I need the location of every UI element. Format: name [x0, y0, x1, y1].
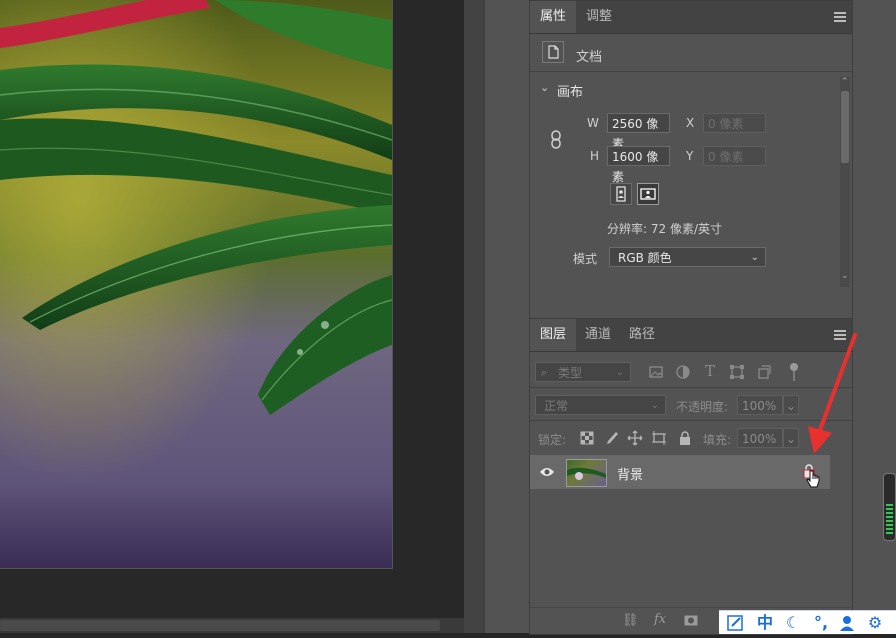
lock-transparent-pixels-icon[interactable]	[579, 430, 595, 446]
smart-object-filter-icon[interactable]	[756, 364, 772, 380]
opacity-field[interactable]: 100%	[737, 395, 783, 415]
layer-name[interactable]: 背景	[617, 464, 643, 483]
color-mode-value: RGB 颜色	[618, 251, 672, 265]
tab-adjustments[interactable]: 调整	[576, 1, 622, 33]
landscape-orientation-button[interactable]	[637, 183, 659, 205]
width-field[interactable]: 2560 像素	[607, 113, 670, 151]
resolution-text: 分辨率: 72 像素/英寸	[607, 222, 722, 236]
opacity-dropdown[interactable]: ⌄	[783, 395, 799, 415]
add-mask-icon[interactable]	[684, 615, 698, 626]
chevron-down-icon: ⌄	[615, 367, 624, 378]
filter-toggle-icon[interactable]	[790, 363, 798, 371]
eye-icon[interactable]	[539, 465, 555, 479]
tab-properties[interactable]: 属性	[530, 1, 577, 33]
properties-scrollbar[interactable]: ⌃ ⌄	[840, 77, 850, 287]
layer-filter-kind[interactable]: ⌕ 类型 ⌄	[535, 362, 631, 382]
lock-image-pixels-icon[interactable]	[603, 430, 619, 446]
opacity-label: 不透明度:	[676, 400, 729, 414]
collapsed-panel-strip	[484, 0, 530, 633]
annotation-arrow-icon	[808, 333, 857, 454]
fill-field[interactable]: 100%	[737, 428, 783, 448]
color-mode-select[interactable]: RGB 颜色 ⌄	[609, 247, 766, 267]
properties-tabbar: 属性 调整	[530, 1, 852, 34]
y-label: Y	[686, 149, 694, 163]
moon-icon[interactable]: ☾	[783, 613, 803, 633]
lock-position-icon[interactable]	[627, 430, 643, 446]
panel-menu-icon[interactable]	[834, 12, 846, 22]
ime-pen-icon[interactable]	[725, 613, 745, 633]
x-field[interactable]: 0 像素	[703, 113, 766, 133]
tab-paths[interactable]: 路径	[619, 319, 665, 351]
lock-artboard-icon[interactable]	[651, 430, 667, 446]
type-filter-icon[interactable]: T	[702, 363, 718, 379]
link-layers-icon[interactable]: ⛓	[622, 613, 639, 628]
width-label: W	[587, 116, 599, 130]
scroll-down-icon[interactable]: ⌄	[841, 271, 849, 281]
layer-thumbnail	[566, 459, 607, 487]
adjustment-filter-icon[interactable]	[675, 364, 691, 380]
ime-toolbar: 中 ☾ °, ⚙	[719, 610, 896, 634]
filter-kind-value: 类型	[558, 366, 583, 380]
height-field[interactable]: 1600 像素	[607, 146, 670, 184]
shape-filter-icon[interactable]	[729, 364, 745, 380]
properties-panel: 属性 调整 文档 ⌄ 画布 W 2560 像素 X 0 像素 H 1600 像素…	[529, 0, 853, 320]
punctuation-icon[interactable]: °,	[811, 613, 831, 633]
fill-label: 填充:	[703, 433, 732, 447]
canvas-image[interactable]	[0, 0, 393, 569]
chevron-down-icon: ⌄	[650, 400, 659, 411]
layer-style-icon[interactable]: fx	[654, 612, 666, 627]
chevron-down-icon[interactable]: ⌄	[540, 81, 549, 94]
lock-label: 锁定:	[538, 433, 567, 447]
panel-dock-gutter	[464, 0, 484, 633]
layer-row-background[interactable]: 背景	[530, 455, 830, 489]
mode-label: 模式	[573, 252, 598, 266]
ime-language-toggle[interactable]: 中	[755, 613, 775, 633]
mouse-cursor-icon	[806, 469, 820, 489]
blend-mode-value: 正常	[544, 399, 569, 413]
gear-icon[interactable]: ⚙	[865, 613, 885, 633]
chevron-down-icon: ⌄	[750, 252, 759, 263]
search-icon: ⌕	[541, 366, 548, 379]
tab-layers[interactable]: 图层	[530, 319, 577, 351]
filter-toggle-stem	[793, 371, 795, 381]
portrait-orientation-button[interactable]	[610, 183, 632, 205]
blend-mode-select[interactable]: 正常 ⌄	[535, 395, 666, 415]
tab-channels[interactable]: 通道	[575, 319, 621, 351]
lock-all-icon[interactable]	[677, 430, 693, 446]
user-icon[interactable]	[837, 613, 857, 633]
fill-dropdown[interactable]: ⌄	[783, 428, 799, 448]
link-chain-icon[interactable]	[549, 129, 563, 151]
canvas-section-title[interactable]: 画布	[557, 81, 583, 100]
pixel-filter-icon[interactable]	[648, 364, 664, 380]
volume-level-widget[interactable]	[883, 473, 896, 541]
x-label: X	[686, 116, 695, 130]
document-icon	[542, 41, 564, 63]
document-label: 文档	[576, 50, 603, 65]
properties-scroll-thumb[interactable]	[841, 91, 849, 163]
scroll-up-icon[interactable]: ⌃	[841, 77, 849, 87]
y-field[interactable]: 0 像素	[703, 146, 766, 166]
leaf-photo	[0, 0, 392, 568]
canvas-scroll-thumb[interactable]	[0, 620, 440, 631]
height-label: H	[590, 149, 600, 163]
